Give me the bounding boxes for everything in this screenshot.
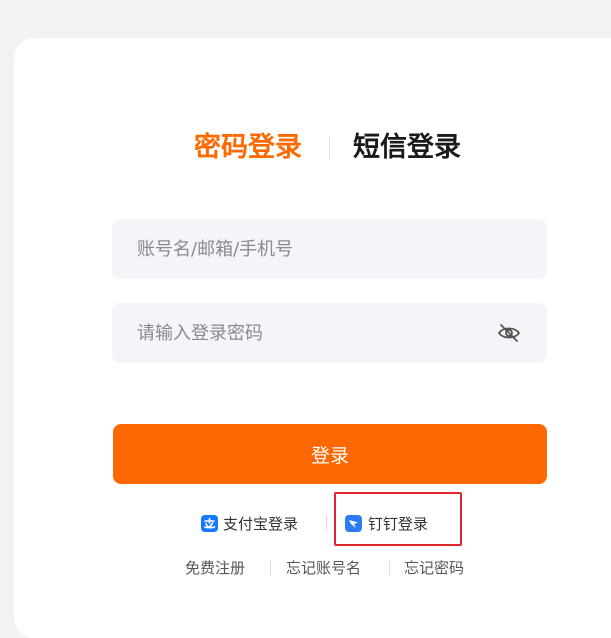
alipay-login-link[interactable]: 支付宝登录 (201, 510, 298, 536)
third-party-divider (326, 515, 327, 530)
tab-sms-login[interactable]: 短信登录 (353, 128, 461, 168)
tab-password-login[interactable]: 密码登录 (194, 128, 302, 168)
link-divider (270, 561, 271, 575)
alipay-login-label: 支付宝登录 (223, 514, 299, 533)
forgot-password-link[interactable]: 忘记密码 (404, 556, 464, 580)
link-divider (389, 561, 390, 575)
alipay-icon (201, 514, 218, 532)
account-field (112, 219, 547, 279)
password-input[interactable] (112, 303, 547, 363)
register-link[interactable]: 免费注册 (185, 556, 245, 580)
login-button[interactable]: 登录 (113, 424, 547, 484)
tab-divider (329, 136, 330, 160)
account-input[interactable] (112, 219, 547, 279)
password-field (112, 303, 547, 363)
forgot-account-link[interactable]: 忘记账号名 (286, 556, 361, 580)
highlight-box (334, 492, 462, 546)
login-tabs: 密码登录 短信登录 (0, 128, 611, 168)
eye-off-icon[interactable] (497, 322, 521, 344)
